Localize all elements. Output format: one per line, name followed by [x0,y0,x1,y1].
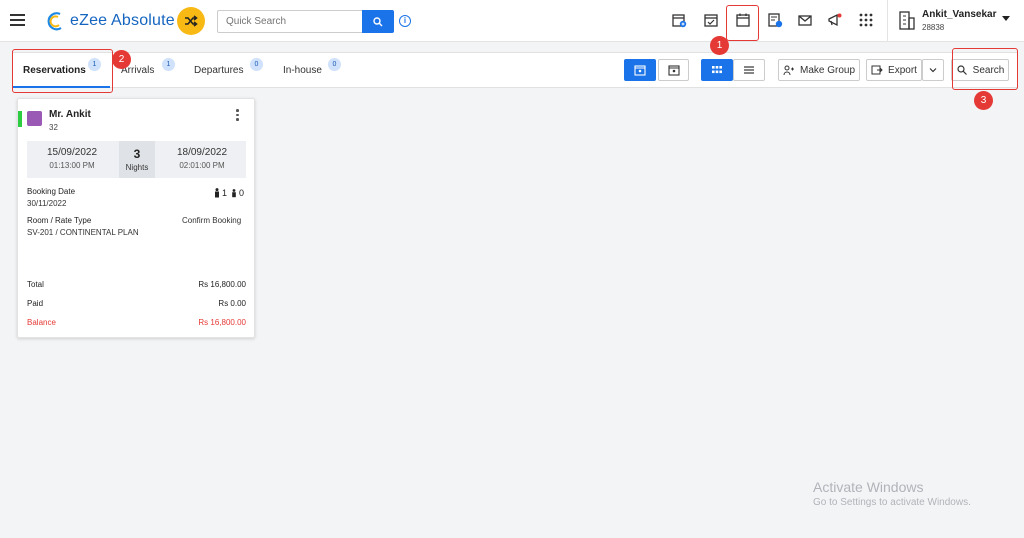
tab-departures-count: 0 [250,58,263,71]
user-menu-caret-icon[interactable] [1002,16,1010,21]
paid-amount: Rs 0.00 [218,299,246,308]
list-view-button[interactable] [733,59,765,81]
adult-count: 1 [222,188,228,198]
top-header: eZee Absolute i [0,0,1024,42]
annotation-box-2 [12,49,113,93]
checkout-block: 18/09/2022 02:01:00 PM [157,141,247,178]
annotation-number-2: 2 [112,50,131,69]
total-amount: Rs 16,800.00 [198,280,246,289]
guest-name[interactable]: Mr. Ankit [49,109,91,120]
info-icon[interactable]: i [399,15,411,27]
grid-view-icon [712,66,722,74]
tab-in-house[interactable]: In-house [283,53,322,87]
mail-icon[interactable] [797,12,813,28]
reservation-card[interactable]: Mr. Ankit 32 15/09/2022 01:13:00 PM 3 Ni… [17,98,255,338]
checkin-block: 15/09/2022 01:13:00 PM [27,141,117,178]
export-dropdown-button[interactable] [922,59,944,81]
departure-view-button[interactable] [658,59,689,81]
checkin-time: 01:13:00 PM [49,161,95,170]
header-divider [887,0,888,42]
status-indicator [18,111,22,127]
nights-count: 3 [133,147,141,161]
booking-date-label: Booking Date [27,187,76,196]
arrival-view-button[interactable] [624,59,656,81]
tab-departures[interactable]: Departures [194,53,243,87]
shuffle-icon [185,15,198,27]
balance-row: Balance Rs 16,800.00 [27,318,246,327]
annotation-box-1 [726,5,759,41]
calendar-check-icon[interactable] [703,12,719,28]
app-logo[interactable]: eZee Absolute [46,10,175,32]
make-group-label: Make Group [799,64,856,76]
stay-dates: 15/09/2022 01:13:00 PM 3 Nights 18/09/20… [27,141,246,178]
room-rate-value: SV-201 / CONTINENTAL PLAN [27,228,139,237]
nights-block: 3 Nights [119,141,155,178]
calendar-person-outline-icon [667,65,680,76]
tab-arrivals-count: 1 [162,58,175,71]
building-icon [899,11,915,30]
nights-label: Nights [125,163,149,172]
card-menu-icon[interactable] [236,109,240,123]
annotation-number-3: 3 [974,91,993,110]
export-label: Export [888,64,917,76]
grid-view-button[interactable] [701,59,733,81]
export-icon [871,65,883,75]
group-icon [783,65,794,76]
search-icon [373,16,383,26]
list-view-icon [744,66,754,74]
quick-search-input[interactable] [217,10,362,33]
adult-icon [215,188,219,198]
balance-label: Balance [27,318,56,327]
ezee-logo-icon [47,12,62,31]
checkin-date: 15/09/2022 [46,147,98,158]
tab-in-house-count: 0 [328,58,341,71]
total-row: Total Rs 16,800.00 [27,280,246,289]
shuffle-button[interactable] [177,7,205,35]
room-building-icon [27,111,42,126]
document-dollar-icon[interactable] [767,12,783,28]
total-label: Total [27,280,44,289]
app-name: eZee Absolute [70,12,175,29]
booking-status: Confirm Booking [182,216,242,225]
export-button[interactable]: Export [866,59,922,81]
annotation-number-1: 1 [710,36,729,55]
paid-label: Paid [27,299,44,308]
user-name[interactable]: Ankit_Vansekar [922,9,997,20]
annotation-box-3 [952,48,1018,90]
megaphone-icon[interactable] [827,12,843,28]
activate-windows-title: Activate Windows [813,479,924,495]
booking-date: 30/11/2022 [27,199,67,208]
activate-windows-subtitle: Go to Settings to activate Windows. [813,497,971,508]
chevron-down-icon [929,68,937,73]
make-group-button[interactable]: Make Group [778,59,860,81]
guest-reference: 32 [49,123,58,132]
child-icon [232,188,236,197]
child-count: 0 [239,188,245,198]
pax-count: 1 0 [214,188,244,198]
checkout-time: 02:01:00 PM [179,161,225,170]
apps-grid-icon[interactable] [858,12,874,28]
quick-search-button[interactable] [362,10,394,33]
checkout-date: 18/09/2022 [176,147,228,158]
user-code: 28838 [922,23,945,32]
calendar-plus-icon[interactable] [671,12,687,28]
hamburger-menu-icon[interactable] [10,14,25,26]
room-rate-label: Room / Rate Type [27,216,92,225]
balance-amount: Rs 16,800.00 [198,318,246,327]
calendar-person-icon [634,65,646,76]
paid-row: Paid Rs 0.00 [27,299,246,308]
